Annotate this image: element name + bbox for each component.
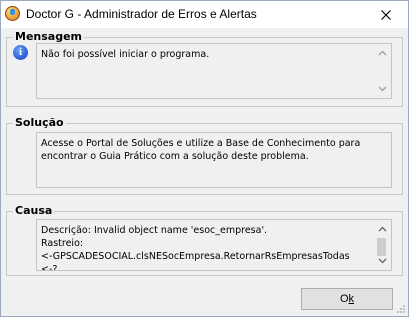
close-icon [380,9,391,20]
mensagem-text: Não foi possível iniciar o programa. [41,49,210,60]
scroll-down-arrow-icon[interactable] [378,84,387,93]
ok-button-label: O [339,293,349,305]
ok-button[interactable]: Ok [301,288,393,310]
ok-button-mnemonic: k [348,293,355,305]
scroll-up-arrow-icon[interactable] [378,225,387,234]
causa-text: Descrição: Invalid object name 'esoc_emp… [41,225,350,271]
solucao-text: Acesse o Portal de Soluções e utilize a … [41,138,364,162]
solucao-label: Solução [13,116,66,129]
close-button[interactable] [363,1,408,28]
scroll-up-arrow-icon[interactable] [378,49,387,58]
scroll-thumb[interactable] [377,238,386,256]
causa-label: Causa [13,204,55,217]
window-title: Doctor G - Administrador de Erros e Aler… [26,7,257,21]
mensagem-scrollbar[interactable] [374,44,391,98]
causa-scrollbar[interactable] [374,220,391,270]
solucao-textbox[interactable]: Acesse o Portal de Soluções e utilize a … [36,132,392,188]
scroll-down-arrow-icon[interactable] [378,256,387,265]
mensagem-textbox[interactable]: Não foi possível iniciar o programa. [36,43,392,99]
info-icon: i [13,45,28,60]
causa-textbox[interactable]: Descrição: Invalid object name 'esoc_emp… [36,219,392,271]
resize-grip-icon[interactable] [396,304,406,314]
mensagem-label: Mensagem [13,30,85,43]
app-icon [5,6,20,21]
dialog-window: Doctor G - Administrador de Erros e Aler… [0,0,409,317]
title-bar[interactable]: Doctor G - Administrador de Erros e Aler… [1,1,408,28]
